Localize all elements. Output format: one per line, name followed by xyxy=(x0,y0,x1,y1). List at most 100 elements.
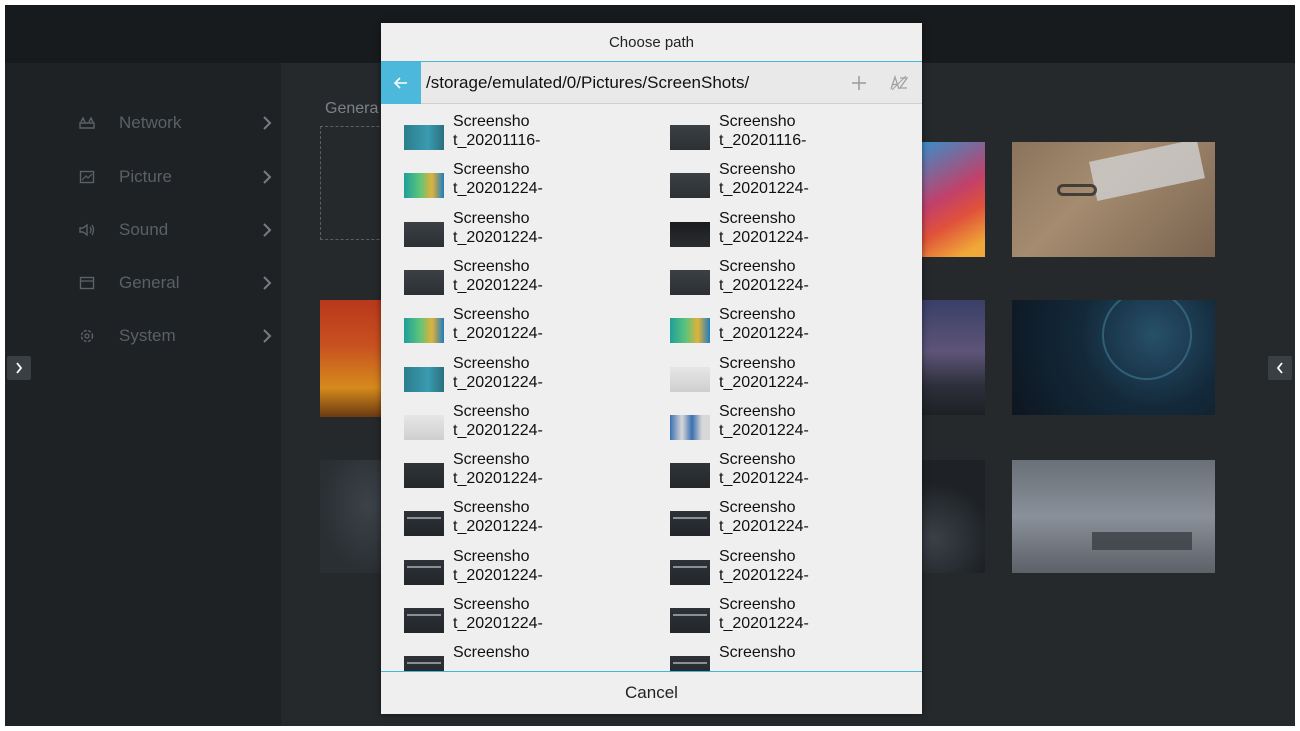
file-item[interactable]: Screensho t_20201224- xyxy=(651,209,901,255)
image-thumbnail xyxy=(404,608,444,633)
file-name: Screensho t_20201224- xyxy=(453,547,543,584)
image-thumbnail xyxy=(404,173,444,199)
file-item[interactable]: Screensho t_20201224- xyxy=(385,595,635,641)
arrow-left-icon xyxy=(393,77,407,89)
file-name: Screensho t_20201224- xyxy=(453,354,543,391)
wallpaper-thumbnail[interactable] xyxy=(922,142,985,257)
expand-left-button[interactable] xyxy=(7,356,31,380)
file-name: Screensho t_20201116- xyxy=(453,113,541,149)
image-thumbnail xyxy=(404,366,444,392)
file-name: Screensho t_20201224- xyxy=(453,257,543,294)
file-item[interactable]: Screensho t_20201224- xyxy=(651,354,901,400)
image-thumbnail xyxy=(670,463,710,489)
sort-az-icon xyxy=(890,74,909,91)
file-item[interactable]: Screensho t_20201224- xyxy=(651,305,901,351)
file-name: Screensho t_20201224- xyxy=(453,402,543,439)
image-thumbnail xyxy=(670,656,710,671)
wallpaper-thumbnail[interactable] xyxy=(1012,300,1215,415)
file-name: Screensho t_20201224- xyxy=(719,451,809,488)
wallpaper-thumbnail[interactable] xyxy=(1012,460,1215,573)
image-thumbnail xyxy=(404,463,444,489)
file-item[interactable]: Screensho xyxy=(385,643,635,671)
file-item[interactable]: Screensho t_20201116- xyxy=(651,112,901,158)
file-item[interactable]: Screensho t_20201224- xyxy=(385,498,635,544)
sidebar-item-label: Network xyxy=(119,113,182,132)
file-item[interactable]: Screensho t_20201224- xyxy=(385,402,635,448)
file-item[interactable]: Screensho t_20201224- xyxy=(651,450,901,496)
wallpaper-thumbnail[interactable] xyxy=(922,300,985,415)
chevron-right-icon xyxy=(257,166,277,188)
file-item[interactable]: Screensho t_20201224- xyxy=(651,402,901,448)
file-item[interactable]: Screensho t_20201224- xyxy=(651,160,901,206)
sidebar-item-network[interactable]: Network xyxy=(75,108,275,138)
wallpaper-thumbnail[interactable] xyxy=(1012,142,1215,257)
file-item[interactable]: Screensho t_20201224- xyxy=(385,305,635,351)
sidebar-item-picture[interactable]: Picture xyxy=(75,162,275,192)
image-thumbnail xyxy=(404,318,444,344)
file-name: Screensho t_20201224- xyxy=(719,257,809,294)
path-bar: /storage/emulated/0/Pictures/ScreenShots… xyxy=(381,62,922,104)
file-name: Screensho t_20201224- xyxy=(719,306,809,343)
cancel-button[interactable]: Cancel xyxy=(381,672,922,714)
dialog-title: Choose path xyxy=(608,33,695,51)
sidebar-item-label: General xyxy=(119,273,180,292)
file-item[interactable]: Screensho t_20201224- xyxy=(651,595,901,641)
image-thumbnail xyxy=(404,125,444,150)
sound-icon xyxy=(75,220,99,240)
chevron-right-icon xyxy=(257,272,277,294)
system-icon xyxy=(75,326,99,346)
file-item[interactable]: Screensho t_20201116- xyxy=(385,112,635,158)
file-item[interactable]: Screensho t_20201224- xyxy=(385,257,635,303)
expand-right-button[interactable] xyxy=(1268,356,1292,380)
chevron-right-icon xyxy=(257,219,277,241)
file-item[interactable]: Screensho xyxy=(651,643,901,671)
wallpaper-thumbnail[interactable] xyxy=(922,460,985,573)
file-name: Screensho xyxy=(719,644,796,662)
file-item[interactable]: Screensho t_20201224- xyxy=(651,498,901,544)
file-item[interactable]: Screensho t_20201224- xyxy=(385,160,635,206)
file-item[interactable]: Screensho t_20201224- xyxy=(651,257,901,303)
file-item[interactable]: Screensho t_20201224- xyxy=(651,547,901,593)
image-thumbnail xyxy=(670,511,710,537)
chevron-right-icon xyxy=(257,112,277,134)
file-name: Screensho xyxy=(453,644,530,662)
file-name: Screensho t_20201224- xyxy=(719,547,809,584)
image-thumbnail xyxy=(670,414,710,440)
sidebar: Network Picture Sound General System xyxy=(5,63,281,726)
image-thumbnail xyxy=(404,221,444,247)
file-name: Screensho t_20201224- xyxy=(453,596,543,632)
sidebar-item-label: Sound xyxy=(119,220,169,239)
sidebar-item-label: System xyxy=(119,326,176,345)
file-name: Screensho t_20201224- xyxy=(453,161,543,198)
back-button[interactable] xyxy=(381,62,421,104)
file-name: Screensho t_20201224- xyxy=(719,596,809,632)
file-list: Screensho t_20201116- Screensho t_2020111… xyxy=(381,104,922,671)
sidebar-item-system[interactable]: System xyxy=(75,321,275,351)
image-thumbnail xyxy=(404,414,444,440)
picture-icon xyxy=(75,167,99,187)
image-thumbnail xyxy=(670,366,710,392)
file-name: Screensho t_20201116- xyxy=(719,113,807,149)
section-label: Genera xyxy=(325,100,379,117)
image-thumbnail xyxy=(670,269,710,295)
file-item[interactable]: Screensho t_20201224- xyxy=(385,209,635,255)
current-path: /storage/emulated/0/Pictures/ScreenShots… xyxy=(426,73,750,92)
image-thumbnail xyxy=(404,269,444,295)
image-thumbnail xyxy=(404,656,444,671)
file-item[interactable]: Screensho t_20201224- xyxy=(385,450,635,496)
file-item[interactable]: Screensho t_20201224- xyxy=(385,547,635,593)
file-name: Screensho t_20201224- xyxy=(719,499,809,536)
file-name: Screensho t_20201224- xyxy=(453,499,543,536)
sidebar-item-general[interactable]: General xyxy=(75,268,275,298)
chevron-right-icon xyxy=(257,325,277,347)
sort-button[interactable] xyxy=(887,71,911,95)
file-name: Screensho t_20201224- xyxy=(453,306,543,343)
file-name: Screensho t_20201224- xyxy=(453,451,543,488)
file-item[interactable]: Screensho t_20201224- xyxy=(385,354,635,400)
image-thumbnail xyxy=(670,608,710,633)
sidebar-item-sound[interactable]: Sound xyxy=(75,215,275,245)
file-name: Screensho t_20201224- xyxy=(453,209,543,246)
new-folder-button[interactable] xyxy=(847,71,871,95)
network-icon xyxy=(75,113,99,133)
image-thumbnail xyxy=(670,221,710,247)
